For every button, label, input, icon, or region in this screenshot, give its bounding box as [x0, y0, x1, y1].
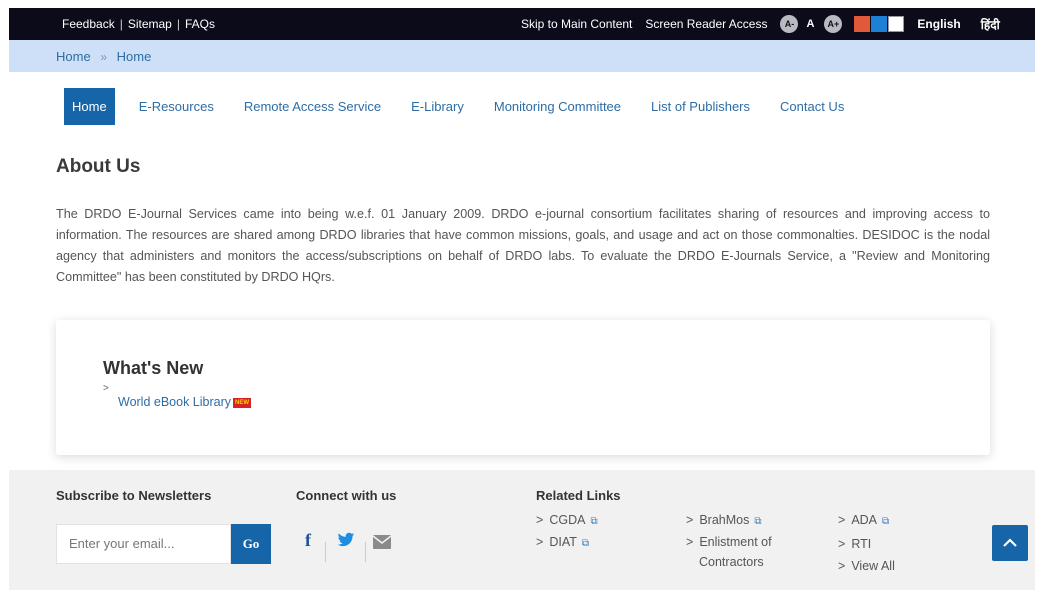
email-icon[interactable]: [372, 533, 392, 554]
related-link-item[interactable]: > RTI: [838, 534, 895, 554]
theme-swatch-red[interactable]: [854, 16, 871, 32]
nav-item-monitoring-committee[interactable]: Monitoring Committee: [494, 99, 621, 114]
nav-item-contact-us[interactable]: Contact Us: [780, 99, 844, 114]
twitter-icon[interactable]: [337, 532, 355, 553]
sitemap-link[interactable]: Sitemap: [128, 17, 172, 31]
subscribe-title: Subscribe to Newsletters: [56, 488, 212, 503]
separator: |: [119, 17, 123, 31]
english-language-link[interactable]: English: [917, 17, 960, 31]
chevron-up-icon: [1003, 538, 1017, 547]
related-links-title: Related Links: [536, 488, 621, 503]
page-title: About Us: [56, 156, 141, 177]
screen-reader-link[interactable]: Screen Reader Access: [645, 17, 767, 31]
nav-item-e-resources[interactable]: E-Resources: [139, 99, 214, 114]
whats-new-title: What's New: [103, 358, 204, 378]
external-link-icon: ⧉: [590, 516, 598, 527]
nav-item-e-library[interactable]: E-Library: [411, 99, 464, 114]
facebook-icon[interactable]: f: [305, 530, 311, 551]
related-link-item[interactable]: > DIAT ⧉: [536, 532, 598, 554]
main-nav: Home E-Resources Remote Access Service E…: [64, 88, 874, 125]
top-links: Feedback | Sitemap | FAQs: [62, 17, 215, 31]
chevron-right-icon: >: [103, 383, 109, 394]
theme-swatch-blue[interactable]: [871, 16, 888, 32]
email-input[interactable]: Enter your email...: [56, 524, 231, 564]
scroll-to-top-button[interactable]: [992, 525, 1028, 561]
theme-swatch-white[interactable]: [888, 16, 905, 32]
related-link-item[interactable]: > CGDA ⧉: [536, 510, 598, 532]
related-link-item[interactable]: > BrahMos ⧉: [686, 510, 796, 532]
accessibility-tools: Skip to Main Content Screen Reader Acces…: [521, 8, 1013, 40]
related-links-col-1: > CGDA ⧉ > DIAT ⧉: [536, 510, 598, 554]
external-link-icon: ⧉: [882, 516, 890, 527]
new-badge: NEW: [233, 397, 252, 408]
footer: Subscribe to Newsletters Enter your emai…: [9, 470, 1035, 590]
external-link-icon: ⧉: [581, 538, 589, 549]
related-link-item[interactable]: > ADA ⧉: [838, 510, 895, 532]
nav-item-home[interactable]: Home: [64, 88, 115, 125]
breadcrumb-separator: »: [100, 50, 107, 64]
skip-to-main-link[interactable]: Skip to Main Content: [521, 17, 632, 31]
font-increase-button[interactable]: A+: [824, 15, 843, 33]
whats-new-item[interactable]: World eBook Library NEW: [118, 395, 252, 409]
breadcrumb: Home » Home: [9, 40, 1035, 72]
whats-new-item-label: World eBook Library: [118, 395, 232, 409]
whats-new-card: What's New > World eBook Library NEW: [56, 320, 990, 455]
divider: [325, 542, 326, 562]
related-link-item[interactable]: > Enlistment of Contractors: [686, 532, 796, 572]
top-utility-bar: Feedback | Sitemap | FAQs Skip to Main C…: [9, 8, 1035, 40]
about-paragraph: The DRDO E-Journal Services came into be…: [56, 207, 990, 284]
font-decrease-button[interactable]: A-: [780, 15, 799, 33]
connect-title: Connect with us: [296, 488, 397, 503]
breadcrumb-home-link[interactable]: Home: [56, 49, 91, 64]
related-links-col-2: > BrahMos ⧉ > Enlistment of Contractors: [686, 510, 796, 572]
nav-item-list-of-publishers[interactable]: List of Publishers: [651, 99, 750, 114]
font-normal-button[interactable]: A: [806, 18, 814, 30]
divider: [365, 542, 366, 562]
nav-item-remote-access[interactable]: Remote Access Service: [244, 99, 381, 114]
feedback-link[interactable]: Feedback: [62, 17, 115, 31]
related-links-col-3: > ADA ⧉ > RTI > View All: [838, 510, 895, 576]
related-link-item[interactable]: > View All: [838, 556, 895, 576]
external-link-icon: ⧉: [754, 516, 762, 527]
faqs-link[interactable]: FAQs: [185, 17, 215, 31]
separator: |: [176, 17, 180, 31]
go-button[interactable]: Go: [231, 524, 271, 564]
breadcrumb-current: Home: [116, 49, 152, 64]
hindi-language-link[interactable]: हिंदी: [981, 16, 1000, 33]
